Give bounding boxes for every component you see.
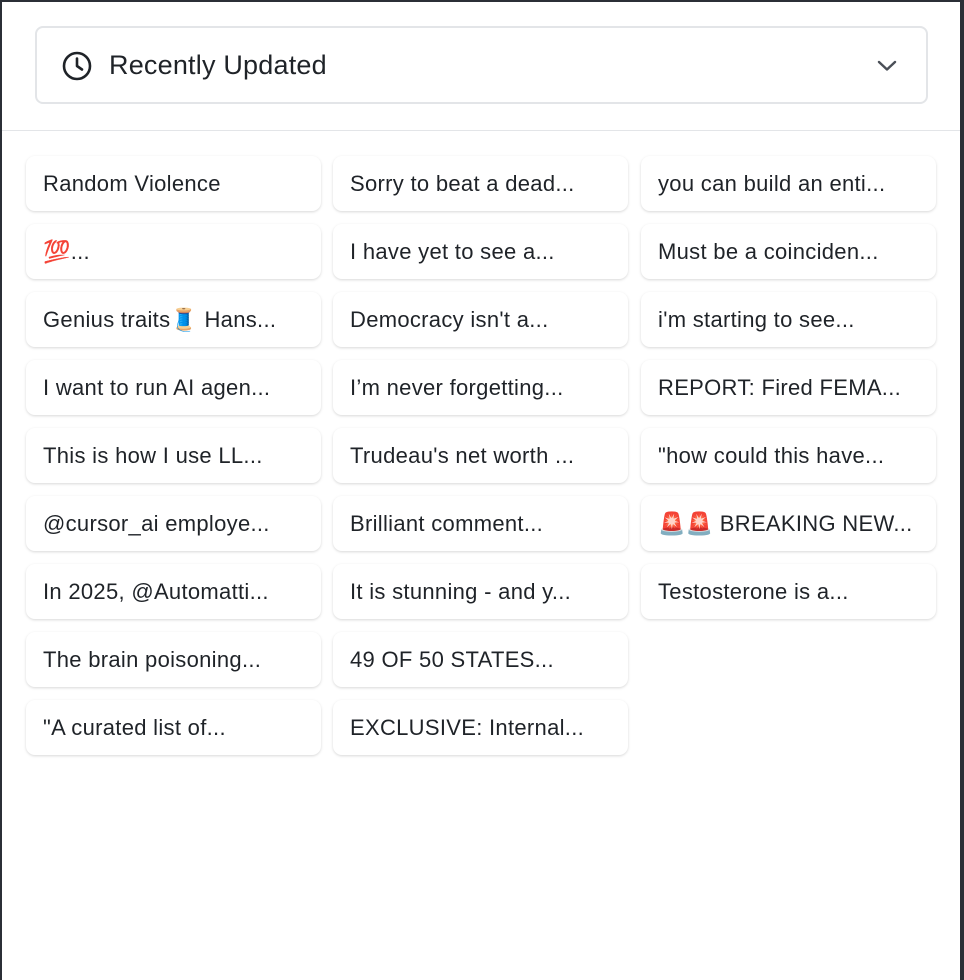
chevron-down-icon	[877, 60, 897, 71]
note-card[interactable]: @cursor_ai employe...	[26, 496, 321, 551]
note-card[interactable]: Genius traits🧵 Hans...	[26, 292, 321, 347]
note-card[interactable]: "A curated list of...	[26, 700, 321, 755]
note-card[interactable]: I want to run AI agen...	[26, 360, 321, 415]
note-card[interactable]: It is stunning - and y...	[333, 564, 628, 619]
note-card[interactable]: Sorry to beat a dead...	[333, 156, 628, 211]
sort-dropdown-label: Recently Updated	[109, 50, 327, 80]
note-card[interactable]: In 2025, @Automatti...	[26, 564, 321, 619]
sort-dropdown[interactable]: Recently Updated	[35, 26, 928, 104]
note-card[interactable]: Democracy isn't a...	[333, 292, 628, 347]
note-card[interactable]: Must be a coinciden...	[641, 224, 936, 279]
note-card[interactable]: i'm starting to see...	[641, 292, 936, 347]
note-card[interactable]: 🚨🚨 BREAKING NEW...	[641, 496, 936, 551]
note-card[interactable]: This is how I use LL...	[26, 428, 321, 483]
note-card[interactable]: 49 OF 50 STATES...	[333, 632, 628, 687]
note-card[interactable]: Trudeau's net worth ...	[333, 428, 628, 483]
note-card[interactable]: The brain poisoning...	[26, 632, 321, 687]
note-card[interactable]: REPORT: Fired FEMA...	[641, 360, 936, 415]
note-card[interactable]: Random Violence	[26, 156, 321, 211]
notes-panel: Recently Updated Random Violence 💯... Ge…	[0, 0, 964, 980]
note-card[interactable]: you can build an enti...	[641, 156, 936, 211]
note-card[interactable]: Brilliant comment...	[333, 496, 628, 551]
note-card[interactable]: 💯...	[26, 224, 321, 279]
note-card[interactable]: I have yet to see a...	[333, 224, 628, 279]
note-card[interactable]: EXCLUSIVE: Internal...	[333, 700, 628, 755]
note-card[interactable]: Testosterone is a...	[641, 564, 936, 619]
panel-header: Recently Updated	[2, 2, 960, 131]
note-card[interactable]: I’m never forgetting...	[333, 360, 628, 415]
note-card[interactable]: "how could this have...	[641, 428, 936, 483]
window-right-border	[960, 0, 964, 980]
clock-icon	[62, 51, 92, 81]
window-left-border	[0, 0, 2, 980]
